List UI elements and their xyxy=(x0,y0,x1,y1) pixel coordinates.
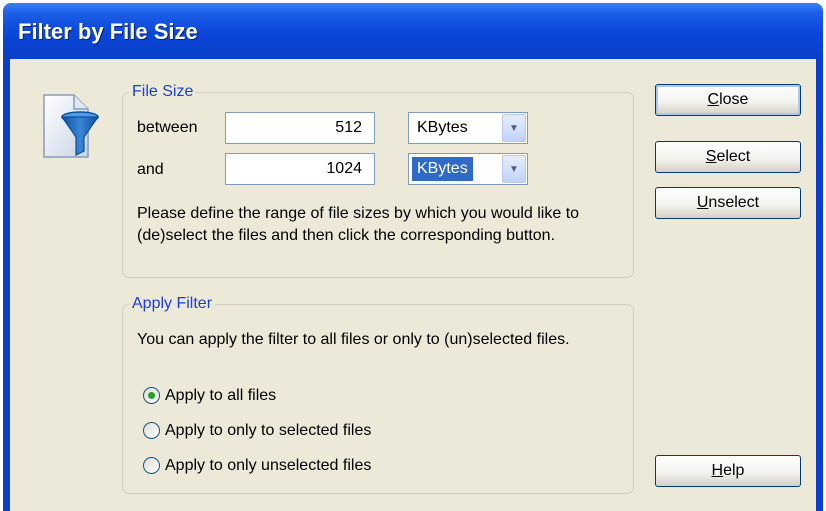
unselect-label-rest: nselect xyxy=(708,194,760,211)
radio-button[interactable] xyxy=(143,457,160,474)
radio-button[interactable] xyxy=(143,422,160,439)
select-mnemonic: S xyxy=(705,148,717,165)
radio-label: Apply to only unselected files xyxy=(165,457,372,474)
select-button[interactable]: Select xyxy=(655,141,801,173)
apply-filter-group: Apply Filter You can apply the filter to… xyxy=(122,294,634,494)
close-mnemonic: C xyxy=(707,91,720,108)
file-size-group: File Size between 512 KBytes ▼ and 1024 … xyxy=(122,82,634,278)
max-unit-dropdown[interactable]: KBytes ▼ xyxy=(408,153,528,185)
window-title: Filter by File Size xyxy=(18,19,198,44)
max-unit-value: KBytes xyxy=(412,157,473,181)
radio-label: Apply to only to selected files xyxy=(165,422,372,439)
title-bar[interactable]: Filter by File Size xyxy=(3,3,823,59)
help-mnemonic: H xyxy=(711,462,724,479)
document-filter-funnel-icon xyxy=(40,93,100,159)
and-label: and xyxy=(137,161,164,178)
file-size-legend: File Size xyxy=(129,82,197,102)
dialog-body: File Size between 512 KBytes ▼ and 1024 … xyxy=(10,59,816,511)
radio-button[interactable] xyxy=(143,387,160,404)
radio-label: Apply to all files xyxy=(165,387,277,404)
apply-filter-legend: Apply Filter xyxy=(129,294,216,314)
chevron-down-icon[interactable]: ▼ xyxy=(502,114,526,142)
min-unit-value: KBytes xyxy=(417,119,468,136)
between-label: between xyxy=(137,119,198,136)
close-label-rest: lose xyxy=(719,91,749,108)
file-size-description: Please define the range of file sizes by… xyxy=(137,205,580,244)
help-button[interactable]: Help xyxy=(655,455,801,487)
max-size-input[interactable]: 1024 xyxy=(225,153,375,185)
chevron-down-icon[interactable]: ▼ xyxy=(502,155,526,183)
close-button[interactable]: Close xyxy=(655,84,801,116)
min-unit-dropdown[interactable]: KBytes ▼ xyxy=(408,112,528,144)
unselect-button[interactable]: Unselect xyxy=(655,187,801,219)
help-label-rest: elp xyxy=(723,462,745,479)
dialog-window: Filter by File Size File Size between 51… xyxy=(3,3,823,511)
select-label-rest: elect xyxy=(716,148,751,165)
radio-selected-dot xyxy=(148,392,155,399)
unselect-mnemonic: U xyxy=(696,194,709,211)
min-size-input[interactable]: 512 xyxy=(225,112,375,144)
apply-filter-description: You can apply the filter to all files or… xyxy=(137,331,570,348)
